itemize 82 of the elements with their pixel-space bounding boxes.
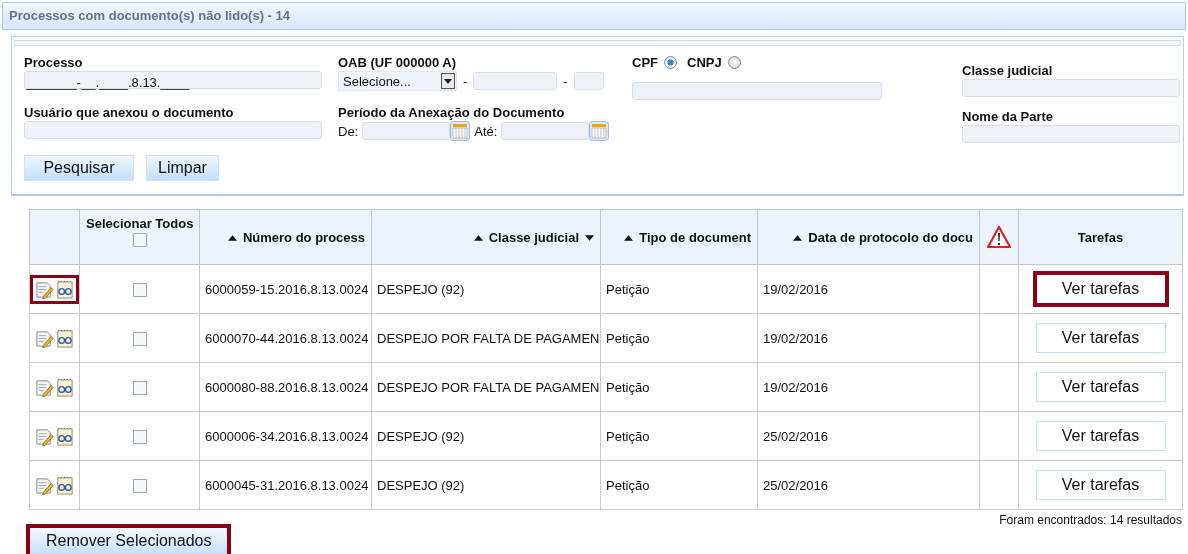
table-cell: DESPEJO POR FALTA DE PAGAMEN	[371, 313, 601, 363]
party-name-field[interactable]	[962, 125, 1180, 143]
view-tasks-button[interactable]: Ver tarefas	[1035, 470, 1166, 500]
table-cell: 6000080-88.2016.8.13.0024	[199, 362, 372, 412]
table-cell: 19/02/2016	[757, 264, 980, 314]
view-tasks-button[interactable]: Ver tarefas	[1032, 271, 1169, 307]
table-cell: 19/02/2016	[757, 362, 980, 412]
oab-number-field[interactable]	[473, 72, 558, 90]
table-cell: 25/02/2016	[757, 460, 980, 510]
table-cell: 6000070-44.2016.8.13.0024	[199, 313, 372, 363]
row-checkbox[interactable]	[132, 282, 147, 297]
date-field[interactable]	[501, 122, 590, 140]
form-button[interactable]: Limpar	[146, 155, 219, 181]
column-header[interactable]: Tarefas	[1077, 229, 1124, 245]
edit-document-icon[interactable]	[35, 377, 54, 397]
field-label: Processo	[24, 55, 83, 70]
notepad-glasses-icon[interactable]	[55, 328, 74, 348]
notepad-glasses-icon[interactable]	[55, 377, 74, 397]
table-cell: Petição	[600, 411, 758, 461]
field-label: Classe judicial	[962, 63, 1053, 78]
warning-icon	[987, 226, 1011, 248]
table-cell: 6000045-31.2016.8.13.0024	[199, 460, 372, 510]
column-header[interactable]: Classe judicial	[488, 230, 579, 246]
notepad-glasses-icon[interactable]	[55, 475, 74, 495]
document-number-field[interactable]	[632, 82, 882, 100]
date-field[interactable]	[362, 122, 451, 140]
panel-title: Processos com documento(s) não lido(s) - 14	[2, 2, 1186, 30]
edit-document-icon[interactable]	[35, 279, 54, 299]
table-cell: Petição	[600, 362, 758, 412]
row-checkbox[interactable]	[132, 380, 147, 395]
user-field[interactable]	[24, 121, 322, 139]
sort-icon[interactable]	[473, 234, 483, 241]
field-label: Usuário que anexou o documento	[24, 105, 234, 120]
column-header: Selecionar Todos	[86, 216, 193, 231]
select-all-checkbox[interactable]	[132, 232, 147, 247]
row-checkbox[interactable]	[132, 478, 147, 493]
table-cell: 25/02/2016	[757, 411, 980, 461]
oab-state-select[interactable]: Selecione...	[338, 71, 457, 91]
form-button[interactable]: Pesquisar	[24, 155, 134, 181]
view-tasks-button[interactable]: Ver tarefas	[1035, 323, 1166, 353]
radio-label: CNPJ	[687, 55, 722, 70]
sort-icon[interactable]	[624, 234, 634, 241]
separator-text: -	[562, 73, 569, 89]
date-label: De:	[338, 123, 359, 139]
calendar-icon[interactable]	[589, 121, 610, 141]
table-cell: Petição	[600, 264, 758, 314]
calendar-icon[interactable]	[450, 121, 471, 141]
table-cell: DESPEJO POR FALTA DE PAGAMEN	[371, 362, 601, 412]
view-tasks-button[interactable]: Ver tarefas	[1035, 372, 1166, 402]
row-checkbox[interactable]	[132, 429, 147, 444]
table-cell: DESPEJO (92)	[371, 264, 601, 314]
field-label: OAB (UF 000000 A)	[338, 55, 456, 70]
oab-letter-field[interactable]	[573, 72, 604, 90]
notepad-glasses-icon[interactable]	[55, 426, 74, 446]
remove-selected-button[interactable]: Remover Selecionados	[26, 524, 232, 554]
edit-document-icon[interactable]	[35, 426, 54, 446]
radio-button[interactable]	[664, 56, 677, 69]
result-count: Foram encontrados: 14 resultados	[999, 513, 1182, 527]
date-label: Até:	[474, 123, 498, 139]
table-cell: DESPEJO (92)	[371, 460, 601, 510]
process-number-field[interactable]: _______-__.____.8.13.____	[24, 71, 322, 89]
table-cell: 6000059-15.2016.8.13.0024	[199, 264, 372, 314]
radio-button[interactable]	[727, 56, 741, 69]
edit-document-icon[interactable]	[35, 328, 54, 348]
field-label: Período da Anexação do Documento	[338, 105, 565, 120]
table-cell: 19/02/2016	[757, 313, 980, 363]
table-cell: Petição	[600, 460, 758, 510]
table-cell: Petição	[600, 313, 758, 363]
notepad-glasses-icon[interactable]	[55, 279, 74, 299]
separator-text: -	[462, 73, 469, 89]
view-tasks-button[interactable]: Ver tarefas	[1035, 421, 1166, 451]
sort-icon[interactable]	[793, 234, 803, 241]
judicial-class-field[interactable]	[962, 79, 1180, 97]
sort-icon[interactable]	[227, 234, 237, 241]
row-checkbox[interactable]	[132, 331, 147, 346]
table-cell: 6000006-34.2016.8.13.0024	[199, 411, 372, 461]
dropdown-icon	[441, 73, 455, 89]
field-label: Nome da Parte	[962, 109, 1054, 124]
table-cell: DESPEJO (92)	[371, 411, 601, 461]
caret-icon[interactable]	[585, 234, 594, 241]
radio-label: CPF	[632, 55, 658, 70]
edit-document-icon[interactable]	[35, 475, 54, 495]
